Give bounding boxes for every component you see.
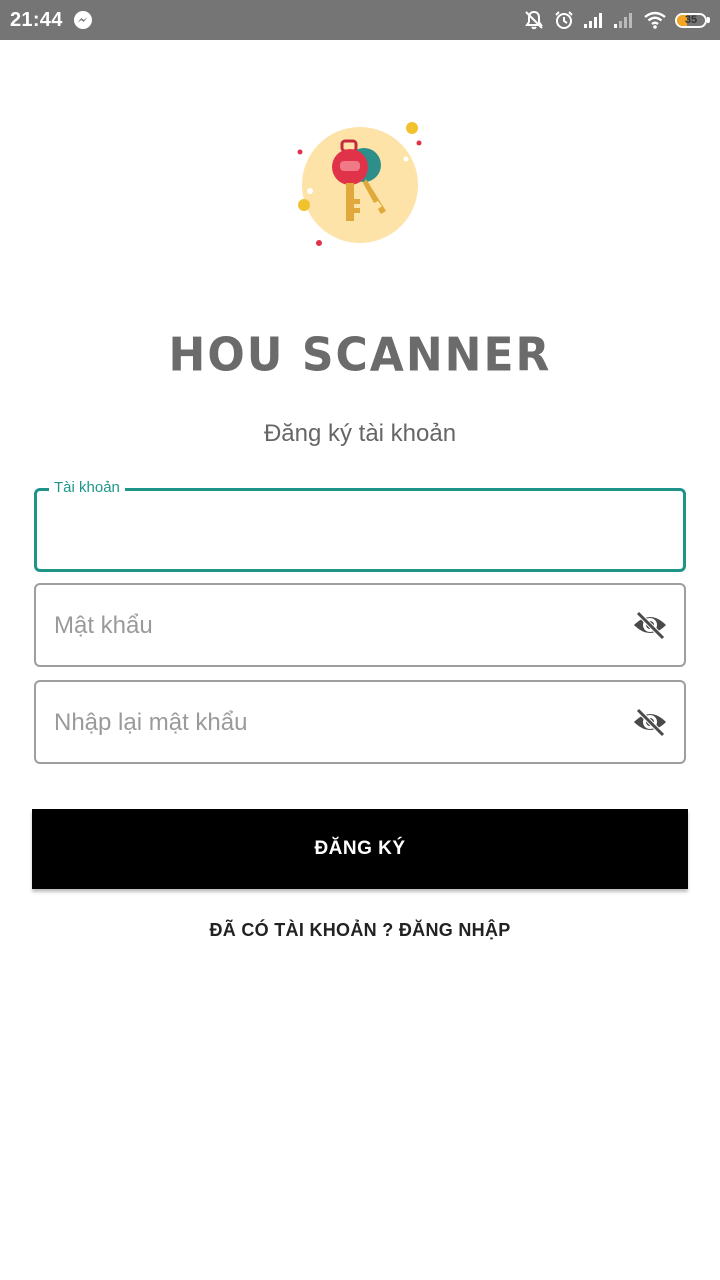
signal-weak-icon [613, 11, 635, 29]
battery-icon: 35 [675, 12, 707, 28]
confirm-password-input[interactable] [52, 682, 614, 764]
wifi-icon [643, 10, 667, 30]
eye-off-icon[interactable] [632, 706, 668, 738]
password-input[interactable] [52, 585, 614, 667]
muted-bell-icon [523, 9, 545, 31]
register-button[interactable]: ĐĂNG KÝ [32, 809, 688, 889]
battery-tip [707, 17, 710, 23]
battery-level: 35 [684, 13, 698, 26]
account-input[interactable] [53, 491, 613, 571]
password-field[interactable] [34, 583, 686, 667]
confirm-password-field[interactable] [34, 680, 686, 764]
account-field[interactable]: Tài khoản [34, 479, 686, 572]
status-time: 21:44 [10, 8, 63, 31]
login-link[interactable]: ĐÃ CÓ TÀI KHOẢN ? ĐĂNG NHẬP [0, 920, 720, 941]
signal-icon [583, 11, 605, 29]
status-bar-right: 35 [523, 9, 710, 31]
status-bar-left: 21:44 [10, 9, 93, 32]
status-bar: 21:44 35 [0, 0, 720, 40]
eye-off-icon[interactable] [632, 609, 668, 641]
messenger-icon [73, 10, 93, 30]
alarm-icon [553, 9, 575, 31]
page-subtitle: Đăng ký tài khoản [263, 420, 457, 447]
battery-indicator: 35 [675, 12, 710, 28]
keys-logo-icon [290, 115, 430, 255]
app-title: HOU SCANNER [168, 328, 552, 383]
